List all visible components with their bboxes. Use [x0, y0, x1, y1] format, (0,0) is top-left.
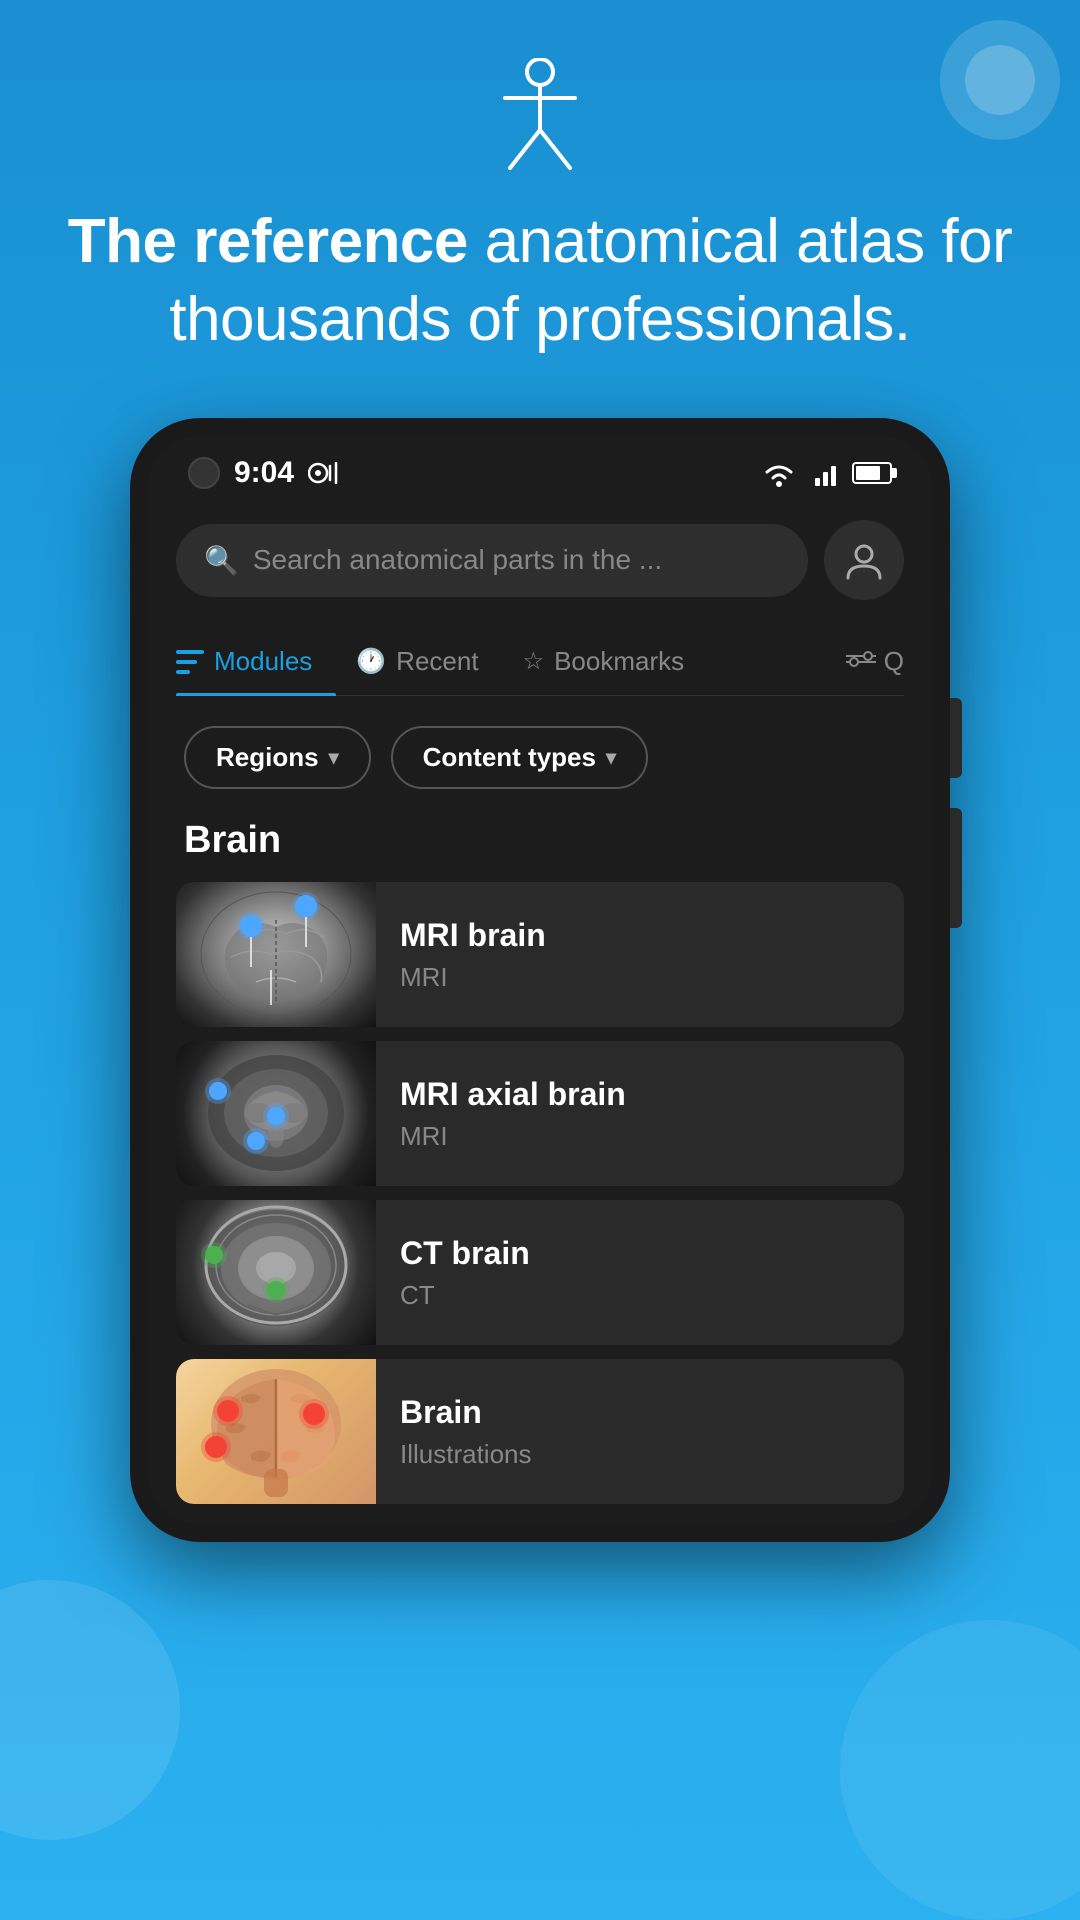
status-extra-icon: [308, 462, 340, 484]
search-placeholder: Search anatomical parts in the ...: [253, 544, 662, 576]
app-content: 🔍 Search anatomical parts in the ...: [148, 500, 932, 1524]
clock-icon: 🕐: [356, 647, 386, 676]
phone-container: 9:04: [130, 418, 950, 1542]
status-bar: 9:04: [148, 436, 932, 500]
card-title-mri-axial: MRI axial brain: [400, 1076, 880, 1113]
regions-chevron-icon: ▾: [329, 745, 339, 770]
card-thumb-mri-brain: [176, 882, 376, 1027]
battery-icon: [852, 462, 892, 484]
tab-recent-label: Recent: [396, 646, 478, 677]
status-time: 9:04: [234, 456, 294, 490]
search-icon: 🔍: [204, 544, 239, 577]
content-list: MRI brain MRI: [176, 882, 904, 1504]
mri-brain-sagittal-image: [176, 882, 376, 1027]
pin-1: [240, 915, 262, 967]
tab-bookmarks-label: Bookmarks: [554, 646, 684, 677]
user-icon: [844, 540, 884, 580]
card-mri-axial-brain[interactable]: MRI axial brain MRI: [176, 1041, 904, 1186]
pin-axial-1: [209, 1082, 227, 1100]
content-types-filter-label: Content types: [423, 742, 596, 773]
signal-icon: [810, 460, 840, 486]
pin-axial-3: [267, 1107, 285, 1125]
pin-illus-3: [303, 1403, 325, 1425]
body-icon: [490, 55, 590, 175]
search-bar[interactable]: 🔍 Search anatomical parts in the ...: [176, 524, 808, 597]
modules-icon: [176, 650, 204, 674]
pin-ct-2: [267, 1281, 285, 1299]
hero-title: The reference anatomical atlas for thous…: [0, 203, 1080, 358]
tab-modules-label: Modules: [214, 646, 312, 677]
pin-line-center: [270, 970, 272, 1005]
card-title-mri-brain: MRI brain: [400, 917, 880, 954]
pin-illus-2: [205, 1436, 227, 1458]
card-title-illustration: Brain: [400, 1394, 880, 1431]
card-info-mri-brain: MRI brain MRI: [376, 882, 904, 1027]
card-subtitle-mri-axial: MRI: [400, 1121, 880, 1152]
status-left: 9:04: [188, 456, 340, 490]
brain-illustration-image: [176, 1359, 376, 1504]
phone-shell: 9:04: [130, 418, 950, 1542]
card-thumb-mri-axial: [176, 1041, 376, 1186]
regions-filter-button[interactable]: Regions ▾: [184, 726, 371, 789]
regions-filter-label: Regions: [216, 742, 319, 773]
card-ct-brain[interactable]: CT brain CT: [176, 1200, 904, 1345]
search-row: 🔍 Search anatomical parts in the ...: [176, 520, 904, 600]
mri-axial-image: [176, 1041, 376, 1186]
header-area: The reference anatomical atlas for thous…: [0, 0, 1080, 358]
section-brain-title: Brain: [176, 819, 904, 882]
tab-modules[interactable]: Modules: [176, 628, 336, 695]
card-title-ct: CT brain: [400, 1235, 880, 1272]
tab-more-label: Q: [884, 646, 904, 677]
card-thumb-illustration: [176, 1359, 376, 1504]
user-avatar-button[interactable]: [824, 520, 904, 600]
content-types-filter-button[interactable]: Content types ▾: [391, 726, 648, 789]
status-right: [760, 458, 892, 488]
card-subtitle-illustration: Illustrations: [400, 1439, 880, 1470]
hero-title-bold: The reference: [68, 207, 468, 276]
card-subtitle-mri-brain: MRI: [400, 962, 880, 993]
tab-more[interactable]: Q: [846, 628, 904, 695]
card-mri-brain[interactable]: MRI brain MRI: [176, 882, 904, 1027]
tab-recent[interactable]: 🕐 Recent: [356, 628, 502, 695]
card-info-mri-axial: MRI axial brain MRI: [376, 1041, 904, 1186]
star-icon: ☆: [523, 647, 545, 676]
pin-2: [295, 895, 317, 947]
battery-fill: [856, 466, 880, 480]
card-info-ct: CT brain CT: [376, 1200, 904, 1345]
tab-bookmarks[interactable]: ☆ Bookmarks: [523, 628, 709, 695]
pin-illus-1: [217, 1400, 239, 1422]
content-types-chevron-icon: ▾: [606, 745, 616, 770]
camera-dot: [188, 457, 220, 489]
pin-ct-1: [205, 1246, 223, 1264]
card-info-illustration: Brain Illustrations: [376, 1359, 904, 1504]
filter-row: Regions ▾ Content types ▾: [176, 726, 904, 789]
wifi-icon: [760, 458, 798, 488]
phone-screen: 9:04: [148, 436, 932, 1524]
tabs-row: Modules 🕐 Recent ☆ Bookmarks: [176, 628, 904, 696]
card-thumb-ct: [176, 1200, 376, 1345]
filter-icon: [846, 649, 876, 675]
ct-brain-image: [176, 1200, 376, 1345]
card-subtitle-ct: CT: [400, 1280, 880, 1311]
card-brain-illustration[interactable]: Brain Illustrations: [176, 1359, 904, 1504]
pin-axial-2: [247, 1132, 265, 1150]
